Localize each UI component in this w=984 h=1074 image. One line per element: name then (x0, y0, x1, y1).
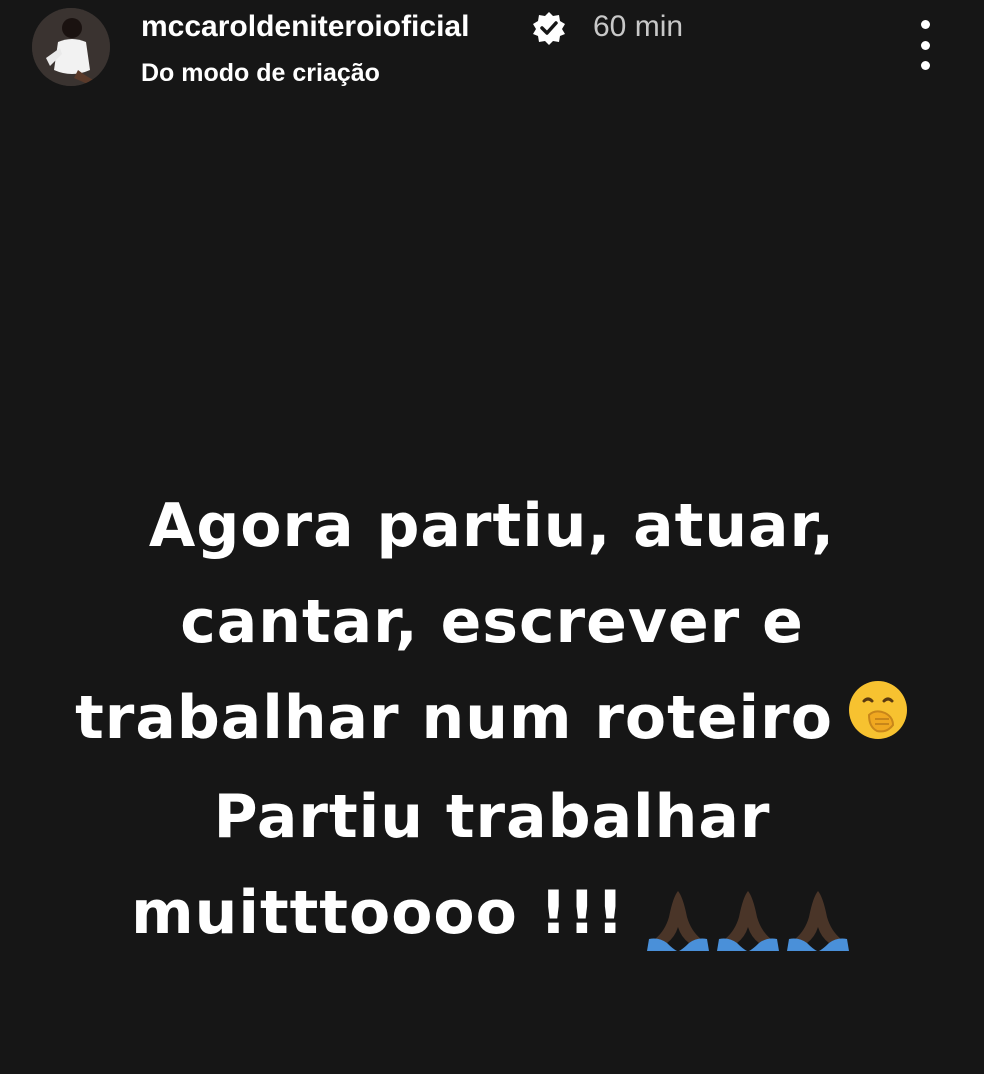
verified-badge-icon (531, 10, 567, 46)
story-text-line-with-emoji: muitttoooo !!! (40, 865, 944, 964)
folded-hands-icon (646, 891, 709, 952)
avatar[interactable] (32, 8, 110, 86)
story-text-line: Partiu trabalhar (213, 782, 771, 853)
more-vertical-icon[interactable] (905, 20, 945, 70)
story-text-line: trabalhar num roteiro (75, 683, 833, 753)
username[interactable]: mccaroldeniteroioficial (141, 8, 469, 46)
story-view[interactable]: mccaroldeniteroioficial 60 min Do modo d… (0, 0, 984, 1074)
story-subtitle: Do modo de criação (141, 59, 380, 87)
folded-hands-icon (716, 891, 779, 952)
post-time: 60 min (593, 10, 684, 43)
folded-hands-icon (786, 891, 849, 952)
story-text-line: Agora partiu, atuar, (148, 491, 836, 561)
story-text-line-with-emoji: trabalhar num roteiro (40, 670, 944, 769)
story-text: Agora partiu, atuar, cantar, escrever e … (40, 478, 944, 965)
story-text-line: cantar, escrever e (180, 587, 804, 657)
story-text-line: muitttoooo !!! (131, 878, 625, 949)
face-with-hand-over-mouth-icon (847, 673, 909, 769)
folded-hands-group (643, 869, 853, 965)
story-header: mccaroldeniteroioficial 60 min Do modo d… (0, 0, 984, 110)
